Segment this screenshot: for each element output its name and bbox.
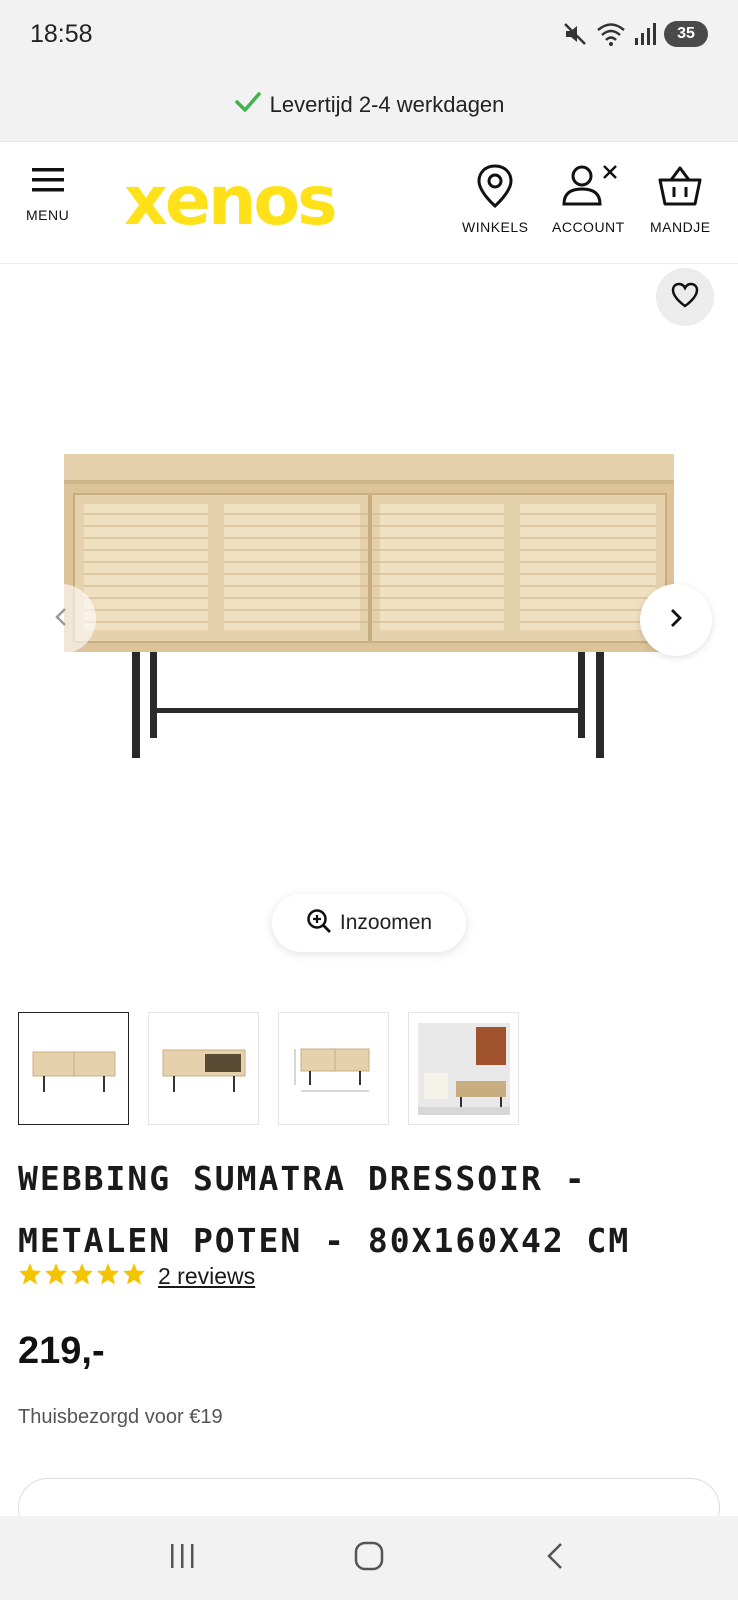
recent-apps-icon xyxy=(168,1542,198,1575)
stores-label: WINKELS xyxy=(462,219,529,235)
check-icon xyxy=(234,90,262,119)
thumbnail-1[interactable] xyxy=(18,1012,129,1125)
delivery-text: Levertijd 2-4 werkdagen xyxy=(269,91,505,117)
product-gallery: Inzoomen xyxy=(0,264,738,964)
zoom-label: Inzoomen xyxy=(339,911,433,934)
location-pin-icon xyxy=(475,164,515,213)
product-image[interactable] xyxy=(60,454,680,769)
zoom-button[interactable]: Inzoomen xyxy=(272,894,466,952)
back-icon xyxy=(544,1541,566,1576)
rating-stars xyxy=(18,1262,146,1291)
back-button[interactable] xyxy=(515,1528,595,1588)
wifi-icon xyxy=(596,21,626,47)
delivery-banner: Levertijd 2-4 werkdagen xyxy=(0,68,738,142)
product-title: WEBBING SUMATRA DRESSOIR - METALEN POTEN… xyxy=(18,1159,631,1260)
home-button[interactable] xyxy=(329,1528,409,1588)
cart-button[interactable]: MANDJE xyxy=(650,164,711,235)
basket-icon xyxy=(657,164,703,213)
product-rating: 2 reviews xyxy=(18,1262,255,1291)
thumbnail-strip xyxy=(18,1012,519,1125)
signal-icon xyxy=(634,22,656,46)
star-icon xyxy=(122,1262,146,1291)
product-price: 219,- xyxy=(18,1330,105,1372)
chevron-left-icon xyxy=(53,606,69,633)
home-icon xyxy=(353,1540,385,1577)
battery-icon: 35 xyxy=(664,21,708,47)
next-image-button[interactable] xyxy=(640,584,712,656)
star-icon xyxy=(18,1262,42,1291)
zoom-in-icon xyxy=(306,908,332,939)
account-button[interactable]: ACCOUNT xyxy=(552,164,625,235)
status-icons: 35 xyxy=(562,18,708,50)
cart-label: MANDJE xyxy=(650,219,711,235)
chevron-right-icon xyxy=(668,607,684,634)
star-icon xyxy=(44,1262,68,1291)
thumbnail-4[interactable] xyxy=(408,1012,519,1125)
mute-icon xyxy=(562,21,588,47)
shipping-info: Thuisbezorgd voor €19 xyxy=(18,1406,223,1428)
system-nav-bar xyxy=(0,1516,738,1600)
recent-apps-button[interactable] xyxy=(143,1528,223,1588)
thumbnail-3[interactable] xyxy=(278,1012,389,1125)
menu-button[interactable]: MENU xyxy=(26,164,69,223)
account-label: ACCOUNT xyxy=(552,219,625,235)
menu-label: MENU xyxy=(26,207,70,223)
favorite-button[interactable] xyxy=(656,268,714,326)
xenos-logo[interactable]: xenos xyxy=(124,162,374,241)
previous-image-button[interactable] xyxy=(26,584,96,654)
thumbnail-2[interactable] xyxy=(148,1012,259,1125)
status-time: 18:58 xyxy=(30,20,93,48)
hamburger-icon xyxy=(30,164,66,201)
heart-icon xyxy=(671,282,699,313)
star-icon xyxy=(96,1262,120,1291)
stores-button[interactable]: WINKELS xyxy=(462,164,529,235)
logo-text: xenos xyxy=(124,170,335,234)
user-icon xyxy=(557,164,619,213)
status-bar: 18:58 35 xyxy=(0,0,738,68)
site-header: MENU xenos WINKELS ACCOUNT MANDJE xyxy=(0,142,738,264)
star-icon xyxy=(70,1262,94,1291)
reviews-link[interactable]: 2 reviews xyxy=(158,1263,255,1290)
